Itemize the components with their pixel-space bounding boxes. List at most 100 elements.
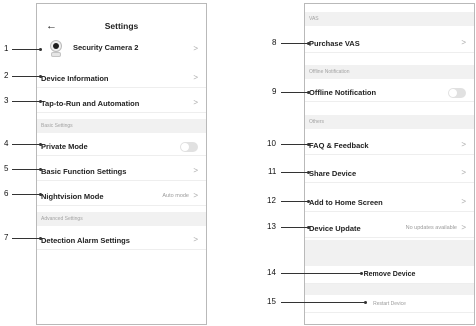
callout-dot: [307, 143, 310, 146]
device-update-value: No updates available: [405, 225, 457, 231]
callout-dot: [39, 168, 42, 171]
restart-device-button[interactable]: Restart Device: [305, 295, 474, 313]
offline-notification-row: Offline Notification: [305, 84, 474, 102]
spacer: [305, 240, 474, 266]
callout-line: [12, 144, 40, 145]
spacer: [305, 284, 474, 295]
section-advanced-settings: Advanced Settings: [37, 212, 206, 226]
row-label: Purchase VAS: [309, 39, 360, 48]
section-label: Basic Settings: [41, 123, 73, 129]
device-update-row[interactable]: Device Update No updates available >: [305, 220, 474, 238]
row-label: Tap-to-Run and Automation: [41, 99, 140, 108]
callout-line: [12, 101, 40, 102]
callout-line: [281, 144, 308, 145]
callout-number: 7: [4, 233, 9, 242]
row-label: FAQ & Feedback: [309, 141, 369, 150]
callout-number: 12: [267, 196, 276, 205]
detection-alarm-settings-row[interactable]: Detection Alarm Settings >: [37, 232, 206, 250]
device-row[interactable]: Security Camera 2 >: [37, 37, 206, 63]
callout-line: [12, 76, 40, 77]
row-label: Device Update: [309, 224, 361, 233]
chevron-right-icon: >: [461, 197, 466, 206]
row-label: Share Device: [309, 169, 357, 178]
nightvision-mode-row[interactable]: Nightvision Mode Auto mode >: [37, 188, 206, 206]
callout-line: [281, 302, 365, 303]
private-mode-toggle[interactable]: [180, 142, 198, 152]
callout-dot: [39, 237, 42, 240]
callout-dot: [307, 226, 310, 229]
row-label: Nightvision Mode: [41, 192, 104, 201]
callout-number: 4: [4, 139, 9, 148]
settings-screen-left: ← Settings Security Camera 2 > Device In…: [36, 3, 207, 325]
callout-line: [12, 194, 40, 195]
chevron-right-icon: >: [193, 235, 198, 244]
row-label: Detection Alarm Settings: [41, 236, 130, 245]
callout-number: 8: [272, 38, 277, 47]
callout-dot: [39, 48, 42, 51]
header: ← Settings: [37, 18, 206, 34]
row-label: Private Mode: [41, 142, 88, 151]
tap-to-run-row[interactable]: Tap-to-Run and Automation >: [37, 95, 206, 113]
settings-screen-right: VAS Purchase VAS > Offline Notification …: [304, 3, 475, 325]
callout-dot: [307, 91, 310, 94]
callout-line: [281, 92, 308, 93]
chevron-right-icon: >: [461, 140, 466, 149]
section-label: Offline Notification: [309, 69, 350, 75]
chevron-right-icon: >: [193, 73, 198, 82]
chevron-right-icon: >: [193, 191, 198, 200]
faq-feedback-row[interactable]: FAQ & Feedback >: [305, 137, 474, 155]
purchase-vas-row[interactable]: Purchase VAS >: [305, 35, 474, 53]
private-mode-row: Private Mode: [37, 138, 206, 156]
section-label: Advanced Settings: [41, 216, 83, 222]
callout-line: [281, 227, 308, 228]
section-offline-notification: Offline Notification: [305, 65, 474, 79]
chevron-right-icon: >: [193, 44, 198, 53]
callout-dot: [360, 272, 363, 275]
nightvision-value: Auto mode: [162, 193, 189, 199]
callout-number: 1: [4, 44, 9, 53]
section-basic-settings: Basic Settings: [37, 119, 206, 133]
remove-device-button[interactable]: Remove Device: [305, 266, 474, 284]
share-device-row[interactable]: Share Device >: [305, 165, 474, 183]
chevron-right-icon: >: [193, 98, 198, 107]
chevron-right-icon: >: [193, 166, 198, 175]
callout-dot: [307, 171, 310, 174]
callout-dot: [39, 143, 42, 146]
row-label: Offline Notification: [309, 88, 377, 97]
row-label: Basic Function Settings: [41, 167, 127, 176]
offline-notification-toggle[interactable]: [448, 88, 466, 98]
section-vas: VAS: [305, 12, 474, 26]
callout-line: [281, 273, 361, 274]
callout-number: 15: [267, 297, 276, 306]
add-to-home-screen-row[interactable]: Add to Home Screen >: [305, 194, 474, 212]
chevron-right-icon: >: [461, 168, 466, 177]
callout-dot: [307, 42, 310, 45]
callout-number: 11: [268, 167, 277, 176]
callout-number: 2: [4, 71, 9, 80]
callout-dot: [307, 200, 310, 203]
callout-line: [12, 238, 40, 239]
callout-number: 13: [267, 222, 276, 231]
callout-dot: [39, 75, 42, 78]
callout-dot: [39, 100, 42, 103]
callout-number: 10: [267, 139, 276, 148]
callout-line: [281, 172, 308, 173]
callout-dot: [39, 193, 42, 196]
callout-dot: [364, 301, 367, 304]
callout-line: [12, 49, 40, 50]
callout-line: [281, 43, 308, 44]
page-title: Settings: [104, 21, 139, 31]
row-label: Device Information: [41, 74, 109, 83]
camera-icon: [49, 40, 63, 58]
section-label: VAS: [309, 16, 319, 22]
section-label: Others: [309, 119, 325, 125]
chevron-right-icon: >: [461, 223, 466, 232]
callout-number: 6: [4, 189, 9, 198]
callout-number: 9: [272, 87, 277, 96]
device-information-row[interactable]: Device Information >: [37, 70, 206, 88]
callout-number: 3: [4, 96, 9, 105]
callout-line: [12, 169, 40, 170]
basic-function-settings-row[interactable]: Basic Function Settings >: [37, 163, 206, 181]
callout-number: 5: [4, 164, 9, 173]
device-name: Security Camera 2: [73, 43, 139, 52]
